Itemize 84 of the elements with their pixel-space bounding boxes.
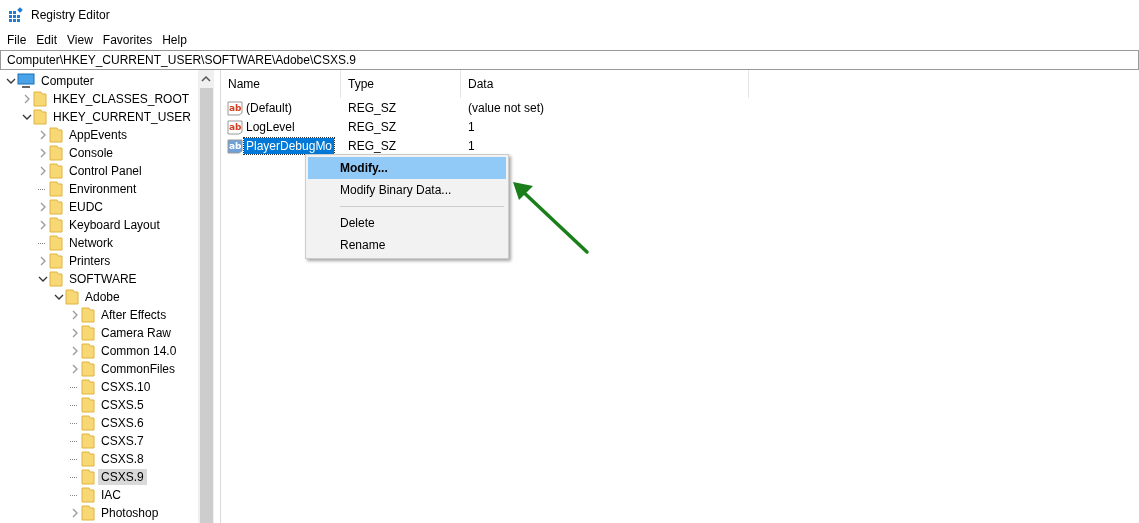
table-cell[interactable]: LogLevel [244,118,297,135]
table-cell-text: REG_SZ [347,119,397,134]
folder-icon [81,415,95,431]
string-value-icon: ab [227,137,243,154]
tree-item[interactable]: CSXS.9 [98,469,147,485]
menu-item[interactable]: Modify... [308,157,506,179]
chevron-down-icon[interactable] [6,76,16,86]
tree-item[interactable]: CSXS.8 [98,451,147,467]
tree-item[interactable]: AppEvents [66,127,131,143]
tree-item[interactable]: Common 14.0 [98,343,180,359]
tree-item[interactable]: Computer [38,73,97,89]
computer-icon [17,73,35,89]
tree-item[interactable]: HKEY_CLASSES_ROOT [50,91,193,107]
tree-item[interactable]: Network [66,235,116,251]
menu-item[interactable]: View [62,33,98,47]
address-field[interactable]: Computer\HKEY_CURRENT_USER\SOFTWARE\Adobe\CSXS.9 [0,50,1139,70]
folder-icon [49,217,63,233]
string-value-icon: ab [227,118,243,135]
tree-item[interactable]: CSXS.10 [98,379,154,395]
folder-icon [33,109,47,125]
chevron-right-icon[interactable] [22,94,32,104]
folder-icon [49,181,63,197]
folder-icon [81,361,95,377]
folder-icon [81,469,95,485]
table-cell-text: 1 [467,138,476,153]
folder-icon [81,397,95,413]
folder-icon [49,235,63,251]
chevron-right-icon[interactable] [70,508,80,518]
tree-item[interactable]: Console [66,145,117,161]
menu-item[interactable]: Favorites [97,33,158,47]
tree-item[interactable]: CommonFiles [98,361,178,377]
tree-item[interactable]: Control Panel [66,163,145,179]
folder-icon [81,433,95,449]
folder-icon [81,487,95,503]
folder-icon [49,163,63,179]
menu-item[interactable]: Delete [308,212,506,234]
table-cell-text: 1 [467,119,476,134]
tree-item[interactable]: CSXS.5 [98,397,147,413]
folder-icon [81,505,95,521]
table-cell-text: REG_SZ [347,100,397,115]
chevron-down-icon[interactable] [22,112,32,122]
tree-item[interactable]: Printers [66,253,114,269]
tree-item[interactable]: SOFTWARE [66,271,140,287]
folder-icon [81,325,95,341]
tree-item[interactable]: Environment [66,181,140,197]
menu-item[interactable]: Rename [308,234,506,256]
scrollbar[interactable] [198,70,214,523]
string-value-icon: ab [227,99,243,116]
tree-item[interactable]: IAC [98,487,124,503]
folder-icon [49,127,63,143]
tree-item[interactable]: Photoshop [98,505,162,521]
folder-icon [49,145,63,161]
scroll-up-icon[interactable] [201,74,211,84]
tree-item[interactable]: After Effects [98,307,170,323]
menu-item[interactable]: File [2,33,32,47]
app-icon [8,7,24,23]
folder-icon [49,199,63,215]
folder-icon [49,271,63,287]
table-cell[interactable]: (Default) [244,99,294,116]
menu-item[interactable]: Help [157,33,192,47]
folder-icon [81,343,95,359]
menu-item[interactable]: Modify Binary Data... [308,179,506,201]
tree-item[interactable]: Keyboard Layout [66,217,163,233]
tree-item[interactable]: EUDC [66,199,106,215]
folder-icon [33,91,47,107]
tree-item[interactable]: HKEY_CURRENT_USER [50,109,195,125]
column-header[interactable]: Data [461,70,749,98]
menu-item[interactable]: Edit [31,33,63,47]
folder-icon [81,379,95,395]
folder-icon [81,307,95,323]
folder-icon [49,253,63,269]
tree-item[interactable]: CSXS.6 [98,415,147,431]
column-header[interactable]: Name [221,70,341,98]
tree-item[interactable]: Adobe [82,289,123,305]
table-cell[interactable]: PlayerDebugMo [244,137,335,154]
table-cell-text: REG_SZ [347,138,397,153]
chevron-right-icon[interactable] [38,256,48,266]
column-header[interactable]: Type [341,70,461,98]
folder-icon [65,289,79,305]
folder-icon [81,451,95,467]
table-cell-text: (value not set) [467,100,546,115]
tree-item[interactable]: CSXS.7 [98,433,147,449]
tree-item[interactable]: Camera Raw [98,325,175,341]
window-title: Registry Editor [31,8,110,22]
